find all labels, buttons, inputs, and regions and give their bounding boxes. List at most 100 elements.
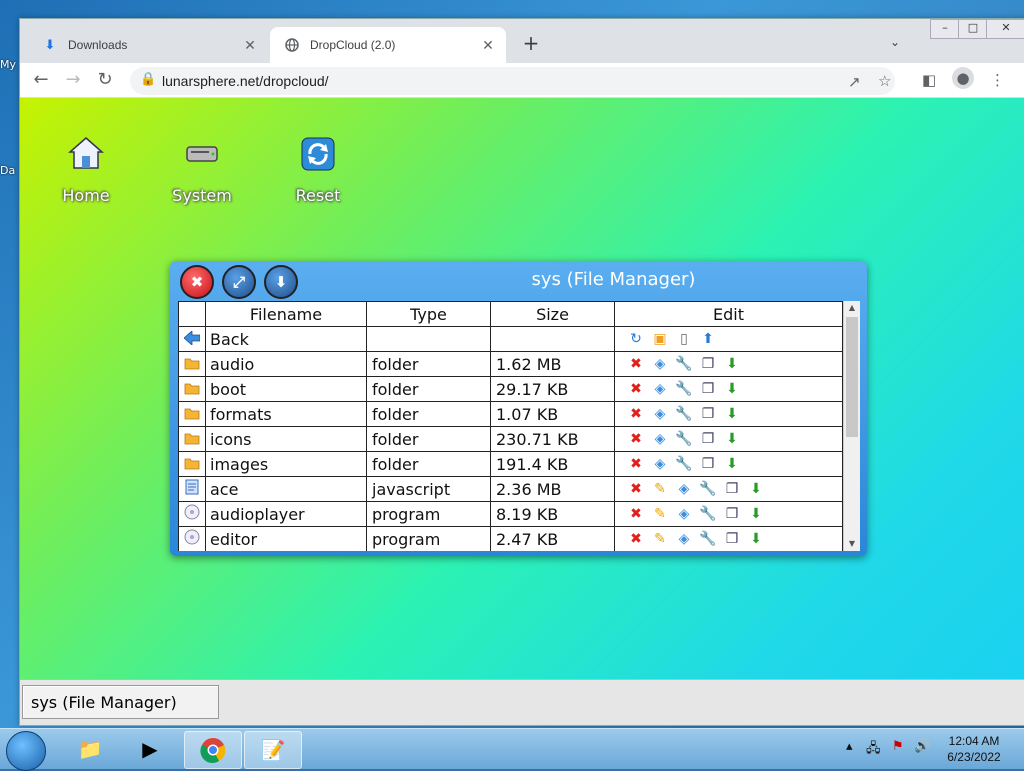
new-folder-icon[interactable]: ▣ — [651, 331, 669, 347]
table-row[interactable]: formats folder 1.07 KB ✖ ◈ 🔧 ❐ ⬇ — [178, 401, 843, 427]
tag-icon[interactable]: ◈ — [651, 406, 669, 422]
media-player-icon[interactable]: ▶ — [122, 731, 178, 767]
copy-icon[interactable]: ❐ — [723, 506, 741, 522]
copy-icon[interactable]: ❐ — [723, 481, 741, 497]
bookmark-star-icon[interactable]: ☆ — [878, 72, 891, 90]
delete-icon[interactable]: ✖ — [627, 531, 645, 547]
copy-icon[interactable]: ❐ — [699, 406, 717, 422]
filename-cell[interactable]: icons — [205, 426, 367, 452]
tab-dropcloud[interactable]: DropCloud (2.0) ✕ — [270, 27, 506, 63]
desktop-icon-label[interactable]: My — [0, 58, 16, 71]
wrench-icon[interactable]: 🔧 — [699, 531, 717, 547]
table-row[interactable]: Back ↻ ▣ ▯ ⬆ — [178, 326, 843, 352]
filename-cell[interactable]: images — [205, 451, 367, 477]
scrollbar[interactable]: ▲ ▼ — [843, 301, 860, 551]
table-row[interactable]: editor program 2.47 KB ✖ ✎ ◈ 🔧 ❐ ⬇ — [178, 526, 843, 551]
delete-icon[interactable]: ✖ — [627, 406, 645, 422]
download-icon[interactable]: ⬇ — [723, 406, 741, 422]
menu-icon[interactable]: ⋮ — [990, 71, 1005, 89]
wrench-icon[interactable]: 🔧 — [675, 381, 693, 397]
download-icon[interactable]: ⬇ — [747, 481, 765, 497]
wrench-icon[interactable]: 🔧 — [675, 406, 693, 422]
filename-cell[interactable]: formats — [205, 401, 367, 427]
pencil-icon[interactable]: ✎ — [651, 531, 669, 547]
table-row[interactable]: icons folder 230.71 KB ✖ ◈ 🔧 ❐ ⬇ — [178, 426, 843, 452]
download-icon[interactable]: ⬇ — [747, 531, 765, 547]
tab-downloads[interactable]: ⬇ Downloads ✕ — [28, 27, 268, 63]
reload-button[interactable]: ↻ — [94, 69, 116, 91]
minimize-button[interactable]: – — [930, 19, 960, 39]
chevron-down-icon[interactable]: ⌄ — [890, 35, 900, 49]
pencil-icon[interactable]: ✎ — [651, 481, 669, 497]
column-header-size[interactable]: Size — [490, 301, 615, 327]
close-window-button[interactable]: ✕ — [986, 19, 1024, 39]
new-tab-button[interactable]: + — [520, 33, 542, 55]
wrench-icon[interactable]: 🔧 — [699, 506, 717, 522]
upload-icon[interactable]: ⬆ — [699, 331, 717, 347]
table-row[interactable]: ace javascript 2.36 MB ✖ ✎ ◈ 🔧 ❐ ⬇ — [178, 476, 843, 502]
new-file-icon[interactable]: ▯ — [675, 331, 693, 347]
tag-icon[interactable]: ◈ — [675, 531, 693, 547]
scroll-down-arrow[interactable]: ▼ — [844, 537, 860, 551]
tag-icon[interactable]: ◈ — [651, 456, 669, 472]
filename-cell[interactable]: ace — [205, 476, 367, 502]
pencil-icon[interactable]: ✎ — [651, 506, 669, 522]
copy-icon[interactable]: ❐ — [699, 456, 717, 472]
notepad-icon[interactable]: 📝 — [244, 731, 302, 769]
tag-icon[interactable]: ◈ — [651, 381, 669, 397]
scrollbar-thumb[interactable] — [846, 317, 858, 437]
url-text[interactable]: lunarsphere.net/dropcloud/ — [162, 73, 329, 89]
copy-icon[interactable]: ❐ — [723, 531, 741, 547]
tag-icon[interactable]: ◈ — [651, 356, 669, 372]
scroll-up-arrow[interactable]: ▲ — [844, 301, 860, 315]
filename-cell[interactable]: boot — [205, 376, 367, 402]
filename-cell[interactable]: Back — [205, 326, 367, 352]
download-icon[interactable]: ⬇ — [723, 456, 741, 472]
desktop-icon-reset[interactable]: Reset — [278, 134, 358, 205]
chrome-icon[interactable] — [184, 731, 242, 769]
profile-avatar[interactable]: ● — [952, 67, 974, 89]
desktop-icon-home[interactable]: Home — [46, 134, 126, 205]
wrench-icon[interactable]: 🔧 — [699, 481, 717, 497]
taskbar-item-file-manager[interactable]: sys (File Manager) — [22, 685, 219, 719]
desktop-icon-system[interactable]: System — [162, 134, 242, 205]
tag-icon[interactable]: ◈ — [675, 506, 693, 522]
delete-icon[interactable]: ✖ — [627, 381, 645, 397]
back-button[interactable]: ← — [30, 69, 52, 91]
forward-button[interactable]: → — [62, 69, 84, 91]
filename-cell[interactable]: audioplayer — [205, 501, 367, 527]
copy-icon[interactable]: ❐ — [699, 356, 717, 372]
delete-icon[interactable]: ✖ — [627, 431, 645, 447]
side-panel-icon[interactable]: ◧ — [922, 71, 936, 89]
desktop-icon-label[interactable]: Da — [0, 164, 15, 177]
address-bar[interactable]: 🔒 lunarsphere.net/dropcloud/ ↗ ☆ — [130, 67, 895, 95]
wrench-icon[interactable]: 🔧 — [675, 456, 693, 472]
table-row[interactable]: boot folder 29.17 KB ✖ ◈ 🔧 ❐ ⬇ — [178, 376, 843, 402]
close-icon[interactable]: ✕ — [480, 37, 496, 54]
copy-icon[interactable]: ❐ — [699, 431, 717, 447]
download-icon[interactable]: ⬇ — [723, 356, 741, 372]
start-button[interactable] — [6, 731, 46, 771]
table-row[interactable]: audioplayer program 8.19 KB ✖ ✎ ◈ 🔧 ❐ ⬇ — [178, 501, 843, 527]
wrench-icon[interactable]: 🔧 — [675, 431, 693, 447]
copy-icon[interactable]: ❐ — [699, 381, 717, 397]
delete-icon[interactable]: ✖ — [627, 356, 645, 372]
download-icon[interactable]: ⬇ — [747, 506, 765, 522]
share-icon[interactable]: ↗ — [848, 73, 861, 91]
maximize-button[interactable]: □ — [958, 19, 988, 39]
action-center-icon[interactable]: ⚑ — [892, 739, 904, 754]
file-explorer-icon[interactable]: 📁 — [62, 731, 118, 767]
download-icon[interactable]: ⬇ — [723, 381, 741, 397]
filename-cell[interactable]: editor — [205, 526, 367, 551]
system-clock[interactable]: 12:04 AM 6/23/2022 — [936, 733, 1012, 765]
tag-icon[interactable]: ◈ — [651, 431, 669, 447]
wrench-icon[interactable]: 🔧 — [675, 356, 693, 372]
volume-icon[interactable]: 🔊 — [914, 739, 930, 754]
download-icon[interactable]: ⬇ — [723, 431, 741, 447]
column-header-filename[interactable]: Filename — [205, 301, 367, 327]
network-icon[interactable]: 🖧 — [866, 739, 881, 761]
column-header-type[interactable]: Type — [366, 301, 491, 327]
delete-icon[interactable]: ✖ — [627, 456, 645, 472]
refresh-icon[interactable]: ↻ — [627, 331, 645, 347]
table-row[interactable]: audio folder 1.62 MB ✖ ◈ 🔧 ❐ ⬇ — [178, 351, 843, 377]
